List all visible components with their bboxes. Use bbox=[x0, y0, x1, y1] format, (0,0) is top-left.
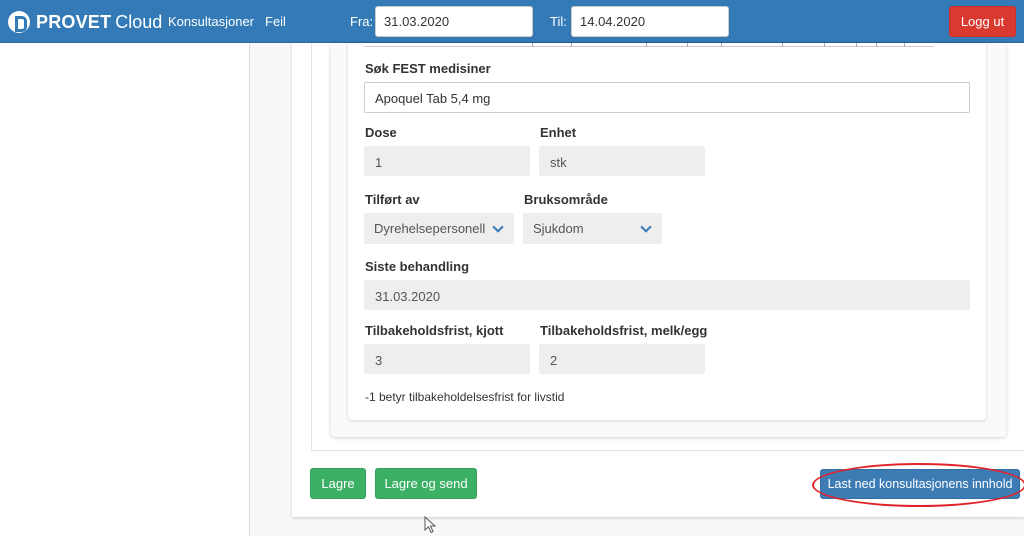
administered-by-value: Dyrehelsepersonell bbox=[374, 221, 486, 236]
chevron-down-icon bbox=[492, 221, 504, 233]
administered-by-label: Tilført av bbox=[365, 192, 420, 207]
from-date-input[interactable]: 31.03.2020 bbox=[375, 6, 533, 37]
top-navbar: PROVET Cloud Konsultasjoner Feil Fra: 31… bbox=[0, 0, 1024, 43]
dose-field: 1 bbox=[364, 146, 530, 176]
to-date-label: Til: bbox=[550, 14, 567, 29]
usage-area-label: Bruksområde bbox=[524, 192, 608, 207]
chevron-down-icon bbox=[640, 221, 652, 233]
brand-name-light: Cloud bbox=[115, 11, 163, 32]
unit-label: Enhet bbox=[540, 125, 577, 140]
nav-errors-link[interactable]: Feil bbox=[265, 14, 286, 29]
download-consultation-button[interactable]: Last ned konsultasjonens innhold bbox=[820, 469, 1020, 499]
withdrawal-meat-field: 3 bbox=[364, 344, 530, 374]
unit-field: stk bbox=[539, 146, 705, 176]
nav-consultations-link[interactable]: Konsultasjoner bbox=[168, 14, 254, 29]
brand-logo[interactable]: PROVET Cloud bbox=[8, 9, 162, 35]
administered-by-select[interactable]: Dyrehelsepersonell bbox=[364, 213, 514, 244]
search-medicine-input[interactable]: Apoquel Tab 5,4 mg bbox=[364, 82, 970, 113]
to-date-input[interactable]: 14.04.2020 bbox=[571, 6, 729, 37]
from-date-label: Fra: bbox=[350, 14, 374, 29]
save-and-send-button[interactable]: Lagre og send bbox=[375, 468, 477, 499]
usage-area-select[interactable]: Sjukdom bbox=[523, 213, 662, 244]
withdrawal-milk-field: 2 bbox=[539, 344, 705, 374]
last-treatment-label: Siste behandling bbox=[365, 259, 470, 274]
dose-label: Dose bbox=[365, 125, 397, 140]
withdrawal-meat-label: Tilbakeholdsfrist, kjott bbox=[365, 323, 504, 338]
sidebar bbox=[0, 43, 250, 536]
last-treatment-field: 31.03.2020 bbox=[364, 280, 970, 310]
logout-button[interactable]: Logg ut bbox=[949, 6, 1016, 37]
save-button[interactable]: Lagre bbox=[310, 468, 366, 499]
table-bottom-edge bbox=[364, 43, 934, 47]
withdrawal-note: -1 betyr tilbakeholdelsesfrist for livst… bbox=[365, 390, 565, 404]
brand-name-bold: PROVET bbox=[36, 11, 112, 32]
usage-area-value: Sjukdom bbox=[533, 221, 584, 236]
provet-logo-icon bbox=[8, 11, 30, 33]
withdrawal-milk-label: Tilbakeholdsfrist, melk/egg bbox=[540, 323, 708, 338]
search-medicine-label: Søk FEST medisiner bbox=[365, 61, 491, 76]
mouse-cursor-icon bbox=[424, 516, 437, 534]
